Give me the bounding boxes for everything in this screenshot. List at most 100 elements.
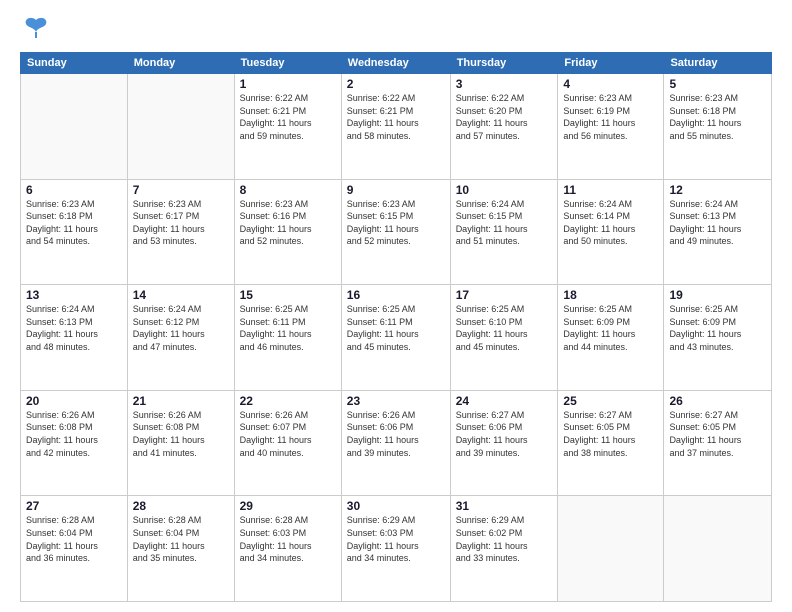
day-info: Sunrise: 6:28 AM Sunset: 6:04 PM Dayligh…	[133, 514, 229, 564]
day-number: 14	[133, 288, 229, 302]
day-info: Sunrise: 6:29 AM Sunset: 6:02 PM Dayligh…	[456, 514, 553, 564]
calendar-week-1: 1 Sunrise: 6:22 AM Sunset: 6:21 PM Daylig…	[21, 74, 772, 180]
calendar-cell: 1Sunrise: 6:22 AM Sunset: 6:21 PM Daylig…	[234, 74, 341, 180]
calendar-cell: 26Sunrise: 6:27 AM Sunset: 6:05 PM Dayli…	[664, 390, 772, 496]
calendar-header-sunday: Sunday	[21, 53, 128, 74]
day-info: Sunrise: 6:26 AM Sunset: 6:06 PM Dayligh…	[347, 409, 445, 459]
calendar-cell: 31Sunrise: 6:29 AM Sunset: 6:02 PM Dayli…	[450, 496, 558, 602]
day-info: Sunrise: 6:24 AM Sunset: 6:12 PM Dayligh…	[133, 303, 229, 353]
day-info: Sunrise: 6:24 AM Sunset: 6:15 PM Dayligh…	[456, 198, 553, 248]
day-number: 25	[563, 394, 658, 408]
day-info: Sunrise: 6:27 AM Sunset: 6:05 PM Dayligh…	[563, 409, 658, 459]
day-number: 12	[669, 183, 766, 197]
day-info: Sunrise: 6:25 AM Sunset: 6:10 PM Dayligh…	[456, 303, 553, 353]
calendar-week-4: 20Sunrise: 6:26 AM Sunset: 6:08 PM Dayli…	[21, 390, 772, 496]
day-number: 21	[133, 394, 229, 408]
calendar-cell: 7Sunrise: 6:23 AM Sunset: 6:17 PM Daylig…	[127, 179, 234, 285]
day-number: 27	[26, 499, 122, 513]
calendar-cell: 30Sunrise: 6:29 AM Sunset: 6:03 PM Dayli…	[341, 496, 450, 602]
day-info: Sunrise: 6:26 AM Sunset: 6:08 PM Dayligh…	[133, 409, 229, 459]
calendar-header-monday: Monday	[127, 53, 234, 74]
day-number: 2	[347, 77, 445, 91]
day-info: Sunrise: 6:25 AM Sunset: 6:09 PM Dayligh…	[669, 303, 766, 353]
day-number: 20	[26, 394, 122, 408]
calendar-header-tuesday: Tuesday	[234, 53, 341, 74]
day-number: 24	[456, 394, 553, 408]
day-number: 6	[26, 183, 122, 197]
calendar-cell: 14Sunrise: 6:24 AM Sunset: 6:12 PM Dayli…	[127, 285, 234, 391]
logo-bird-icon	[22, 14, 50, 42]
calendar-cell: 11Sunrise: 6:24 AM Sunset: 6:14 PM Dayli…	[558, 179, 664, 285]
day-info: Sunrise: 6:23 AM Sunset: 6:16 PM Dayligh…	[240, 198, 336, 248]
day-number: 1	[240, 77, 336, 91]
day-number: 22	[240, 394, 336, 408]
calendar-cell	[558, 496, 664, 602]
calendar-header-friday: Friday	[558, 53, 664, 74]
day-number: 26	[669, 394, 766, 408]
day-number: 19	[669, 288, 766, 302]
calendar-cell: 12Sunrise: 6:24 AM Sunset: 6:13 PM Dayli…	[664, 179, 772, 285]
day-info: Sunrise: 6:24 AM Sunset: 6:14 PM Dayligh…	[563, 198, 658, 248]
day-info: Sunrise: 6:23 AM Sunset: 6:18 PM Dayligh…	[669, 92, 766, 142]
day-number: 30	[347, 499, 445, 513]
day-number: 28	[133, 499, 229, 513]
calendar-cell: 20Sunrise: 6:26 AM Sunset: 6:08 PM Dayli…	[21, 390, 128, 496]
calendar-header-thursday: Thursday	[450, 53, 558, 74]
calendar-header-wednesday: Wednesday	[341, 53, 450, 74]
calendar-cell: 19Sunrise: 6:25 AM Sunset: 6:09 PM Dayli…	[664, 285, 772, 391]
day-number: 23	[347, 394, 445, 408]
calendar-cell: 21Sunrise: 6:26 AM Sunset: 6:08 PM Dayli…	[127, 390, 234, 496]
calendar-header-row: SundayMondayTuesdayWednesdayThursdayFrid…	[21, 53, 772, 74]
calendar-header-saturday: Saturday	[664, 53, 772, 74]
day-info: Sunrise: 6:23 AM Sunset: 6:17 PM Dayligh…	[133, 198, 229, 248]
calendar-cell	[664, 496, 772, 602]
calendar-cell	[127, 74, 234, 180]
calendar-cell: 28Sunrise: 6:28 AM Sunset: 6:04 PM Dayli…	[127, 496, 234, 602]
day-number: 31	[456, 499, 553, 513]
day-info: Sunrise: 6:26 AM Sunset: 6:08 PM Dayligh…	[26, 409, 122, 459]
calendar-cell: 16Sunrise: 6:25 AM Sunset: 6:11 PM Dayli…	[341, 285, 450, 391]
day-info: Sunrise: 6:22 AM Sunset: 6:21 PM Dayligh…	[347, 92, 445, 142]
logo	[20, 18, 50, 42]
day-info: Sunrise: 6:25 AM Sunset: 6:09 PM Dayligh…	[563, 303, 658, 353]
calendar-cell: 18Sunrise: 6:25 AM Sunset: 6:09 PM Dayli…	[558, 285, 664, 391]
day-info: Sunrise: 6:27 AM Sunset: 6:05 PM Dayligh…	[669, 409, 766, 459]
day-number: 7	[133, 183, 229, 197]
calendar-week-2: 6Sunrise: 6:23 AM Sunset: 6:18 PM Daylig…	[21, 179, 772, 285]
day-number: 29	[240, 499, 336, 513]
day-number: 16	[347, 288, 445, 302]
day-info: Sunrise: 6:25 AM Sunset: 6:11 PM Dayligh…	[347, 303, 445, 353]
calendar-cell	[21, 74, 128, 180]
day-info: Sunrise: 6:29 AM Sunset: 6:03 PM Dayligh…	[347, 514, 445, 564]
page: SundayMondayTuesdayWednesdayThursdayFrid…	[0, 0, 792, 612]
calendar-cell: 17Sunrise: 6:25 AM Sunset: 6:10 PM Dayli…	[450, 285, 558, 391]
day-number: 4	[563, 77, 658, 91]
calendar-cell: 9Sunrise: 6:23 AM Sunset: 6:15 PM Daylig…	[341, 179, 450, 285]
day-number: 5	[669, 77, 766, 91]
calendar-cell: 4Sunrise: 6:23 AM Sunset: 6:19 PM Daylig…	[558, 74, 664, 180]
day-info: Sunrise: 6:23 AM Sunset: 6:15 PM Dayligh…	[347, 198, 445, 248]
day-info: Sunrise: 6:27 AM Sunset: 6:06 PM Dayligh…	[456, 409, 553, 459]
calendar-cell: 27Sunrise: 6:28 AM Sunset: 6:04 PM Dayli…	[21, 496, 128, 602]
calendar-cell: 23Sunrise: 6:26 AM Sunset: 6:06 PM Dayli…	[341, 390, 450, 496]
calendar-cell: 24Sunrise: 6:27 AM Sunset: 6:06 PM Dayli…	[450, 390, 558, 496]
day-number: 8	[240, 183, 336, 197]
calendar-cell: 8Sunrise: 6:23 AM Sunset: 6:16 PM Daylig…	[234, 179, 341, 285]
day-info: Sunrise: 6:23 AM Sunset: 6:18 PM Dayligh…	[26, 198, 122, 248]
day-number: 17	[456, 288, 553, 302]
calendar-week-5: 27 Sunrise: 6:28 AM Sunset: 6:04 PM Dayli…	[21, 496, 772, 602]
day-info: Sunrise: 6:22 AM Sunset: 6:20 PM Dayligh…	[456, 92, 553, 142]
day-info: Sunrise: 6:26 AM Sunset: 6:07 PM Dayligh…	[240, 409, 336, 459]
day-number: 11	[563, 183, 658, 197]
calendar-week-3: 13Sunrise: 6:24 AM Sunset: 6:13 PM Dayli…	[21, 285, 772, 391]
day-info: Sunrise: 6:28 AM Sunset: 6:03 PM Dayligh…	[240, 514, 336, 564]
calendar-cell: 29Sunrise: 6:28 AM Sunset: 6:03 PM Dayli…	[234, 496, 341, 602]
day-info: Sunrise: 6:24 AM Sunset: 6:13 PM Dayligh…	[26, 303, 122, 353]
calendar-cell: 22Sunrise: 6:26 AM Sunset: 6:07 PM Dayli…	[234, 390, 341, 496]
calendar-cell: 25Sunrise: 6:27 AM Sunset: 6:05 PM Dayli…	[558, 390, 664, 496]
day-number: 10	[456, 183, 553, 197]
calendar-table: SundayMondayTuesdayWednesdayThursdayFrid…	[20, 52, 772, 602]
header	[20, 18, 772, 42]
day-number: 15	[240, 288, 336, 302]
calendar-cell: 2Sunrise: 6:22 AM Sunset: 6:21 PM Daylig…	[341, 74, 450, 180]
